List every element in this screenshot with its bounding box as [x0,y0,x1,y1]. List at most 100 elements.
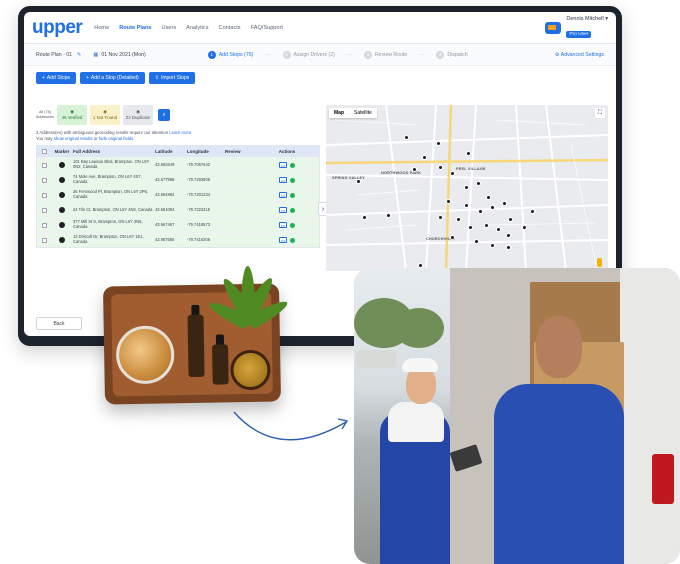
fullscreen-icon[interactable]: ⛶ [595,108,605,118]
table-row[interactable]: 26 Fernwood Pl, Brampton, ON L6Y 2P6, Ca… [37,187,319,203]
map-pin-icon[interactable] [468,225,473,230]
row-checkbox[interactable] [41,207,47,213]
map-pin-icon[interactable] [438,215,443,220]
address-cell: 101 Bay Lawson Blvd, Brampton, ON L6Y 0N… [73,159,150,170]
longitude-cell: -79.7323415 [187,206,210,212]
row-checkbox[interactable] [41,192,47,198]
map-pin-icon[interactable] [438,165,443,170]
more-actions-button[interactable]: ••• [279,177,287,184]
more-actions-button[interactable]: ••• [279,162,287,169]
learn-more-link[interactable]: Learn more [169,130,191,135]
map-pin-icon[interactable] [362,215,367,220]
select-all-checkbox[interactable] [41,149,47,155]
map-pin-icon[interactable] [464,203,469,208]
filter-verified[interactable]: ◉ 46 Verified [57,105,87,125]
app-logo[interactable]: upper [32,17,83,39]
nav-faq-support[interactable]: FAQ/Support [251,15,283,41]
map-pin-icon[interactable] [466,151,471,156]
filter-all[interactable]: All (75) Addresses [36,105,54,125]
add-stops-button[interactable]: + Add Stops [36,72,76,84]
wizard-steps: 1 Add Stops (75) — 2 Assign Drivers (2) … [207,50,468,59]
map-pin-icon[interactable] [386,213,391,218]
map-pin-icon[interactable] [412,167,417,172]
nav-contacts[interactable]: Contacts [219,15,241,41]
verified-check-icon [290,177,295,183]
route-name[interactable]: Route Plan - 01 ✎ [36,52,81,58]
search-button[interactable]: ⌕ [158,109,170,121]
map-marker-icon [59,222,65,229]
table-row[interactable]: 74 Mole Ave, Brampton, ON L6Y 4S7, Canad… [37,172,319,188]
street-view-icon[interactable] [597,258,602,267]
map-pin-icon[interactable] [530,209,535,214]
more-actions-button[interactable]: ••• [279,192,287,199]
map-pin-icon[interactable] [486,195,491,200]
row-checkbox[interactable] [41,177,47,183]
map-pin-icon[interactable] [490,205,495,210]
import-stops-button[interactable]: ⇪ Import Stops [148,72,196,84]
advanced-settings-link[interactable]: ⚙ Advanced Settings [555,52,604,58]
show-original-link[interactable]: show original results [54,136,93,141]
map-pin-icon[interactable] [436,141,441,146]
nav-route-plans[interactable]: Route Plans [119,15,151,41]
map-tab-map[interactable]: Map [329,108,349,118]
cbd-products-tray [102,265,291,405]
step-assign-drivers[interactable]: 2 Assign Drivers (2) [282,50,335,59]
map-type-toggle: Map Satellite [329,108,377,118]
longitude-cell: -79.7201234 [187,191,210,197]
row-checkbox[interactable] [41,222,47,228]
dropper-bottle [212,344,229,385]
map-pin-icon[interactable] [418,263,423,268]
step-dispatch[interactable]: 4 Dispatch [436,50,468,59]
delivery-photo: ✱ [354,268,680,564]
map-tab-satellite[interactable]: Satellite [349,108,377,118]
filter-not-found[interactable]: ◉ 1 Not Found [90,105,120,125]
more-actions-button[interactable]: ••• [279,222,287,229]
map-pin-icon[interactable] [496,227,501,232]
map-pin-icon[interactable] [502,201,507,206]
map-pin-icon[interactable] [478,209,483,214]
step-review-route[interactable]: 3 Review Route [363,50,407,59]
map-pin-icon[interactable] [474,239,479,244]
courier-man [494,384,624,564]
table-row[interactable]: 24 Tiln Ct, Brampton, ON L6Y 4N6, Canada… [37,202,319,218]
more-actions-button[interactable]: ••• [279,207,287,214]
map-pin-icon[interactable] [484,223,489,228]
map-pin-icon[interactable] [356,179,361,184]
filter-duplicate[interactable]: ◉ 22 Duplicate [123,105,153,125]
map-pin-icon[interactable] [490,243,495,248]
map-pin-icon[interactable] [456,217,461,222]
row-checkbox[interactable] [41,237,47,243]
map-pin-icon[interactable] [506,233,511,238]
nav-analytics[interactable]: Analytics [186,15,208,41]
verified-check-icon [290,162,295,168]
upload-icon: ⇪ [154,75,159,81]
back-button[interactable]: Back [36,317,82,330]
nav-users[interactable]: Users [162,15,177,41]
map-pin-icon[interactable] [450,171,455,176]
map-pin-icon[interactable] [446,199,451,204]
nav-home[interactable]: Home [94,15,109,41]
user-menu[interactable]: Dennis Mitchell ▾ Pro User [545,16,608,40]
add-stop-detailed-button[interactable]: + Add a Stop (Detailed) [80,72,145,84]
more-actions-button[interactable]: ••• [279,237,287,244]
map-pin-icon[interactable] [522,225,527,230]
row-checkbox[interactable] [41,162,47,168]
table-row[interactable]: 13 Driscoll Dr, Brampton, ON L6Y 1E1, Ca… [37,232,319,248]
map-pin-icon[interactable] [450,235,455,240]
map-pin-icon[interactable] [422,155,427,160]
route-date[interactable]: ▦ 01 Nov 2021 (Mon) [93,52,145,58]
top-navbar: upper Home Route Plans Users Analytics C… [24,12,616,44]
table-row[interactable]: 377 Mill St S, Brampton, ON L6Y 3N6, Can… [37,217,319,233]
map-pin-icon[interactable] [404,135,409,140]
hide-original-link[interactable]: hide original fields [99,136,133,141]
edit-icon[interactable]: ✎ [77,52,81,58]
map-pin-icon[interactable] [506,245,511,250]
step-add-stops[interactable]: 1 Add Stops (75) [207,50,253,59]
table-row[interactable]: 101 Bay Lawson Blvd, Brampton, ON L6Y 0N… [37,157,319,173]
map-view[interactable]: Map Satellite ⛶ NORTHWOOD PARK PEEL VILL… [326,105,608,271]
map-pin-icon[interactable] [476,181,481,186]
map-pin-icon[interactable] [508,217,513,222]
address-cell: 13 Driscoll Dr, Brampton, ON L6Y 1E1, Ca… [73,234,144,245]
address-cell: 74 Mole Ave, Brampton, ON L6Y 4S7, Canad… [73,174,142,185]
map-pin-icon[interactable] [464,185,469,190]
